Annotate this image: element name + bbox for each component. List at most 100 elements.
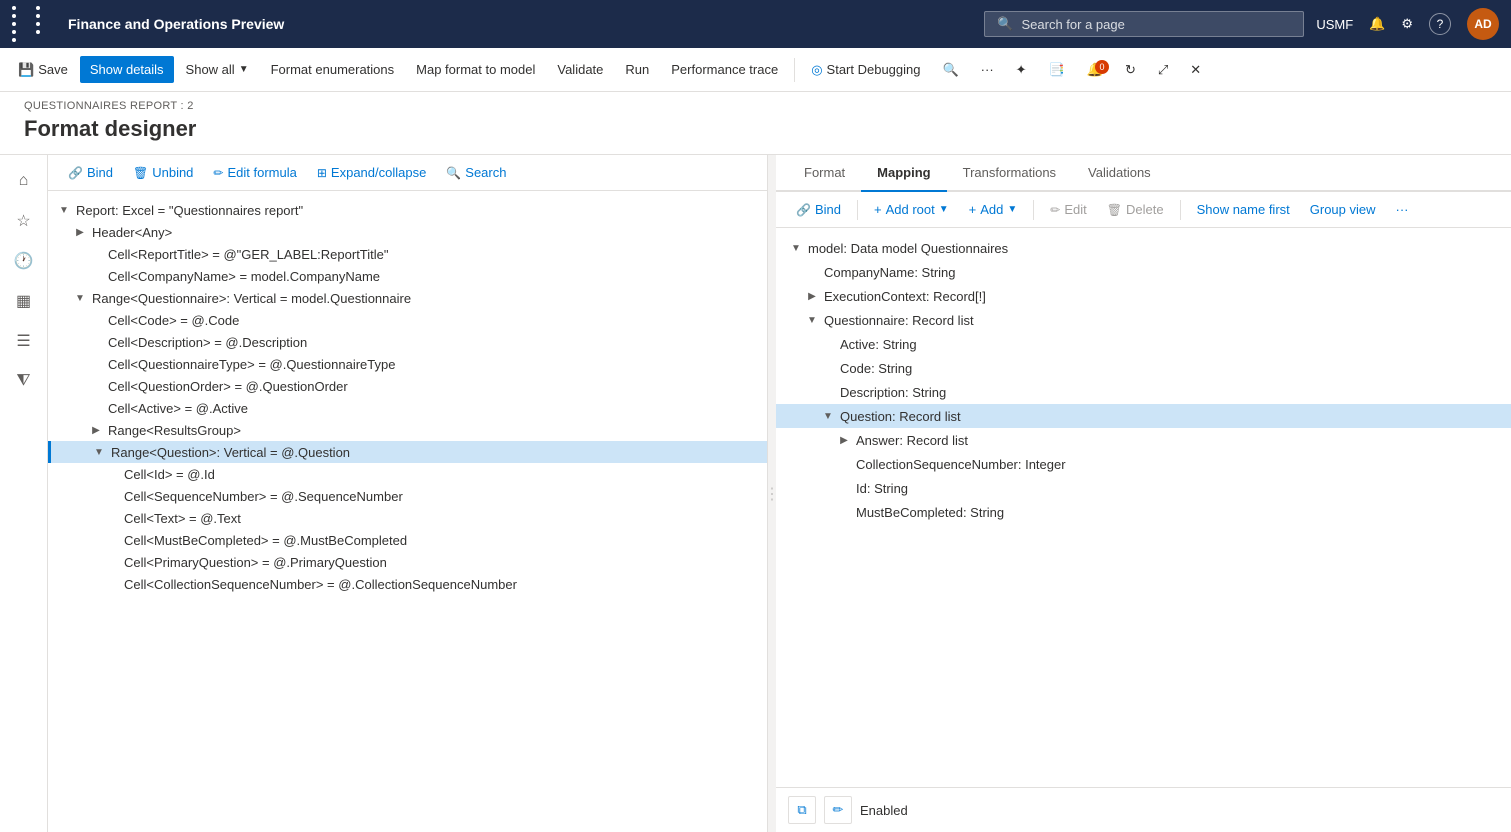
map-format-button[interactable]: Map format to model xyxy=(406,56,545,83)
model-item-label: Id: String xyxy=(856,481,908,496)
help-icon[interactable]: ? xyxy=(1429,13,1451,35)
model-item-label: CompanyName: String xyxy=(824,265,956,280)
tree-item-active[interactable]: Cell<Active> = @.Active xyxy=(48,397,767,419)
model-item-exec-context[interactable]: ▶ ExecutionContext: Record[!] xyxy=(776,284,1511,308)
toolbar-refresh-button[interactable]: ↻ xyxy=(1115,56,1146,84)
tree-item-question-order[interactable]: Cell<QuestionOrder> = @.QuestionOrder xyxy=(48,375,767,397)
tree-item-label: Cell<MustBeCompleted> = @.MustBeComplete… xyxy=(124,533,407,548)
tree-item-label: Cell<QuestionnaireType> = @.Questionnair… xyxy=(108,357,395,372)
validate-button[interactable]: Validate xyxy=(547,56,613,83)
expand-header-icon: ▶ xyxy=(72,224,88,240)
model-item-active[interactable]: Active: String xyxy=(776,332,1511,356)
nav-favorites[interactable]: ☆ xyxy=(6,203,42,239)
tree-item-code[interactable]: Cell<Code> = @.Code xyxy=(48,309,767,331)
panel-divider[interactable]: ⋮ xyxy=(768,155,776,832)
expand-icon: ⊞ xyxy=(317,166,327,180)
avatar[interactable]: AD xyxy=(1467,8,1499,40)
model-bind-button[interactable]: 🔗 Bind xyxy=(788,198,849,221)
model-item-coll-seq[interactable]: CollectionSequenceNumber: Integer xyxy=(776,452,1511,476)
app-grid-button[interactable] xyxy=(12,6,56,42)
show-all-button[interactable]: Show all ▼ xyxy=(176,56,259,83)
toolbar-search-button[interactable]: 🔍 xyxy=(932,56,968,84)
add-root-button[interactable]: + Add root ▼ xyxy=(866,198,957,221)
nav-filter[interactable]: ⧨ xyxy=(6,363,42,399)
toolbar-close-button[interactable]: ✕ xyxy=(1180,56,1211,84)
tree-item-seq-number[interactable]: Cell<SequenceNumber> = @.SequenceNumber xyxy=(48,485,767,507)
model-item-description[interactable]: Description: String xyxy=(776,380,1511,404)
edit-button[interactable]: ✏ Edit xyxy=(1042,198,1094,221)
expand-exec-icon: ▶ xyxy=(804,288,820,304)
expand-questionnaire-icon: ▼ xyxy=(804,312,820,328)
start-debugging-button[interactable]: ◎ Start Debugging xyxy=(801,56,930,84)
tree-item-label: Cell<QuestionOrder> = @.QuestionOrder xyxy=(108,379,348,394)
model-item-company-name[interactable]: CompanyName: String xyxy=(776,260,1511,284)
tree-item-header[interactable]: ▶ Header<Any> xyxy=(48,221,767,243)
tree-item-label: Range<ResultsGroup> xyxy=(108,423,241,438)
unbind-button[interactable]: 🗑 Unbind xyxy=(125,161,201,184)
tree-item-primary-question[interactable]: Cell<PrimaryQuestion> = @.PrimaryQuestio… xyxy=(48,551,767,573)
model-item-questionnaire[interactable]: ▼ Questionnaire: Record list xyxy=(776,308,1511,332)
save-button[interactable]: 💾 Save xyxy=(8,56,78,84)
delete-button[interactable]: 🗑 Delete xyxy=(1099,198,1172,221)
edit-icon-bottom[interactable]: ✏ xyxy=(824,796,852,824)
tree-item-company-name[interactable]: Cell<CompanyName> = model.CompanyName xyxy=(48,265,767,287)
copy-icon-bottom[interactable]: ⧉ xyxy=(788,796,816,824)
edit-formula-button[interactable]: ✏ Edit formula xyxy=(205,161,304,184)
model-item-root[interactable]: ▼ model: Data model Questionnaires xyxy=(776,236,1511,260)
tab-transformations[interactable]: Transformations xyxy=(947,155,1072,192)
add-button[interactable]: + Add ▼ xyxy=(961,198,1026,221)
show-name-first-button[interactable]: Show name first xyxy=(1189,198,1298,221)
global-search[interactable]: 🔍 Search for a page xyxy=(984,11,1304,37)
run-button[interactable]: Run xyxy=(615,56,659,83)
group-view-button[interactable]: Group view xyxy=(1302,198,1384,221)
performance-trace-button[interactable]: Performance trace xyxy=(661,56,788,83)
tree-item-results-group[interactable]: ▶ Range<ResultsGroup> xyxy=(48,419,767,441)
expand-results-icon: ▶ xyxy=(88,422,104,438)
tree-item-id[interactable]: Cell<Id> = @.Id xyxy=(48,463,767,485)
toolbar-notification-button[interactable]: 🔔 0 xyxy=(1077,56,1113,84)
debug-icon: ◎ xyxy=(811,62,822,78)
tab-mapping[interactable]: Mapping xyxy=(861,155,946,192)
model-item-must-complete[interactable]: MustBeCompleted: String xyxy=(776,500,1511,524)
nav-home[interactable]: ⌂ xyxy=(6,163,42,199)
tree-item-root[interactable]: ▼ Report: Excel = "Questionnaires report… xyxy=(48,199,767,221)
nav-recent[interactable]: 🕐 xyxy=(6,243,42,279)
model-more-button[interactable]: ··· xyxy=(1388,198,1417,221)
model-item-label: model: Data model Questionnaires xyxy=(808,241,1008,256)
breadcrumb: QUESTIONNAIRES REPORT : 2 xyxy=(24,100,1487,112)
nav-workspaces[interactable]: ▦ xyxy=(6,283,42,319)
format-enumerations-button[interactable]: Format enumerations xyxy=(261,56,405,83)
tab-format[interactable]: Format xyxy=(788,155,861,192)
tree-item-range-questionnaire[interactable]: ▼ Range<Questionnaire>: Vertical = model… xyxy=(48,287,767,309)
tree-item-label: Cell<ReportTitle> = @"GER_LABEL:ReportTi… xyxy=(108,247,389,262)
show-details-button[interactable]: Show details xyxy=(80,56,174,83)
nav-modules[interactable]: ☰ xyxy=(6,323,42,359)
expand-icon: ⤢ xyxy=(1158,62,1168,78)
bind-button[interactable]: 🔗 Bind xyxy=(60,161,121,184)
tree-item-must-complete[interactable]: Cell<MustBeCompleted> = @.MustBeComplete… xyxy=(48,529,767,551)
tree-item-coll-seq[interactable]: Cell<CollectionSequenceNumber> = @.Colle… xyxy=(48,573,767,595)
model-item-id[interactable]: Id: String xyxy=(776,476,1511,500)
toolbar-plugin-button[interactable]: ✦ xyxy=(1006,56,1037,84)
expand-answer-icon: ▶ xyxy=(836,432,852,448)
tree-item-label: Cell<Description> = @.Description xyxy=(108,335,307,350)
tab-validations[interactable]: Validations xyxy=(1072,155,1167,192)
tree-item-description[interactable]: Cell<Description> = @.Description xyxy=(48,331,767,353)
toolbar-more-button[interactable]: ··· xyxy=(971,56,1004,83)
tree-item-questionnaire-type[interactable]: Cell<QuestionnaireType> = @.Questionnair… xyxy=(48,353,767,375)
tree-item-report-title[interactable]: Cell<ReportTitle> = @"GER_LABEL:ReportTi… xyxy=(48,243,767,265)
tree-item-label: Cell<Id> = @.Id xyxy=(124,467,215,482)
toolbar-expand-button[interactable]: ⤢ xyxy=(1148,56,1178,84)
search-format-button[interactable]: 🔍 Search xyxy=(438,161,514,184)
model-item-code[interactable]: Code: String xyxy=(776,356,1511,380)
tree-item-range-question[interactable]: ▼ Range<Question>: Vertical = @.Question xyxy=(48,441,767,463)
top-nav-right: USMF 🔔 ⚙ ? AD xyxy=(1316,8,1499,40)
expand-collapse-button[interactable]: ⊞ Expand/collapse xyxy=(309,161,434,184)
tree-item-text[interactable]: Cell<Text> = @.Text xyxy=(48,507,767,529)
toolbar-bookmark-button[interactable]: 📑 xyxy=(1039,56,1075,84)
tree-item-label: Cell<Text> = @.Text xyxy=(124,511,241,526)
model-item-question[interactable]: ▼ Question: Record list xyxy=(776,404,1511,428)
settings-icon[interactable]: ⚙ xyxy=(1401,16,1413,32)
model-item-answer[interactable]: ▶ Answer: Record list xyxy=(776,428,1511,452)
notification-icon[interactable]: 🔔 xyxy=(1369,16,1385,32)
